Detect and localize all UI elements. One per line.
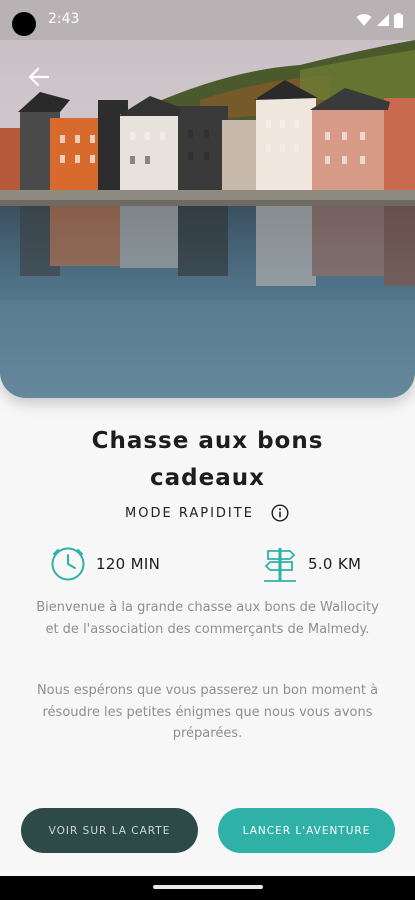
- description-paragraph: Bienvenue à la grande chasse aux bons de…: [36, 600, 379, 637]
- back-button[interactable]: [22, 60, 56, 94]
- navigation-bar: [0, 876, 415, 900]
- signpost-icon: [264, 548, 296, 582]
- start-adventure-button[interactable]: LANCER L'AVENTURE: [218, 808, 395, 853]
- battery-icon: [394, 12, 403, 28]
- arrow-left-icon: [28, 67, 50, 87]
- hero-image: [0, 40, 415, 398]
- mode-row: MODE RAPIDITE: [0, 500, 415, 526]
- info-icon: [271, 504, 289, 522]
- info-button[interactable]: [270, 503, 290, 523]
- duration-stat: 120 MIN: [50, 545, 160, 583]
- status-bar: 2:43: [0, 0, 415, 40]
- description-paragraph: Nous espérons que vous passerez un bon m…: [36, 683, 379, 741]
- status-icons: [356, 12, 403, 28]
- signal-icon: [377, 14, 389, 26]
- mode-label: MODE RAPIDITE: [125, 505, 254, 521]
- view-on-map-button[interactable]: VOIR SUR LA CARTE: [21, 808, 198, 853]
- clock-icon: [51, 547, 85, 581]
- home-gesture-handle[interactable]: [153, 885, 263, 889]
- page-title: Chasse aux bons cadeaux: [91, 428, 324, 491]
- status-time: 2:43: [48, 11, 80, 27]
- distance-stat: 5.0 KM: [262, 545, 361, 583]
- distance-value: 5.0 KM: [308, 555, 362, 573]
- wifi-icon: [356, 14, 372, 26]
- camera-cutout: [12, 12, 36, 36]
- duration-value: 120 MIN: [96, 555, 161, 573]
